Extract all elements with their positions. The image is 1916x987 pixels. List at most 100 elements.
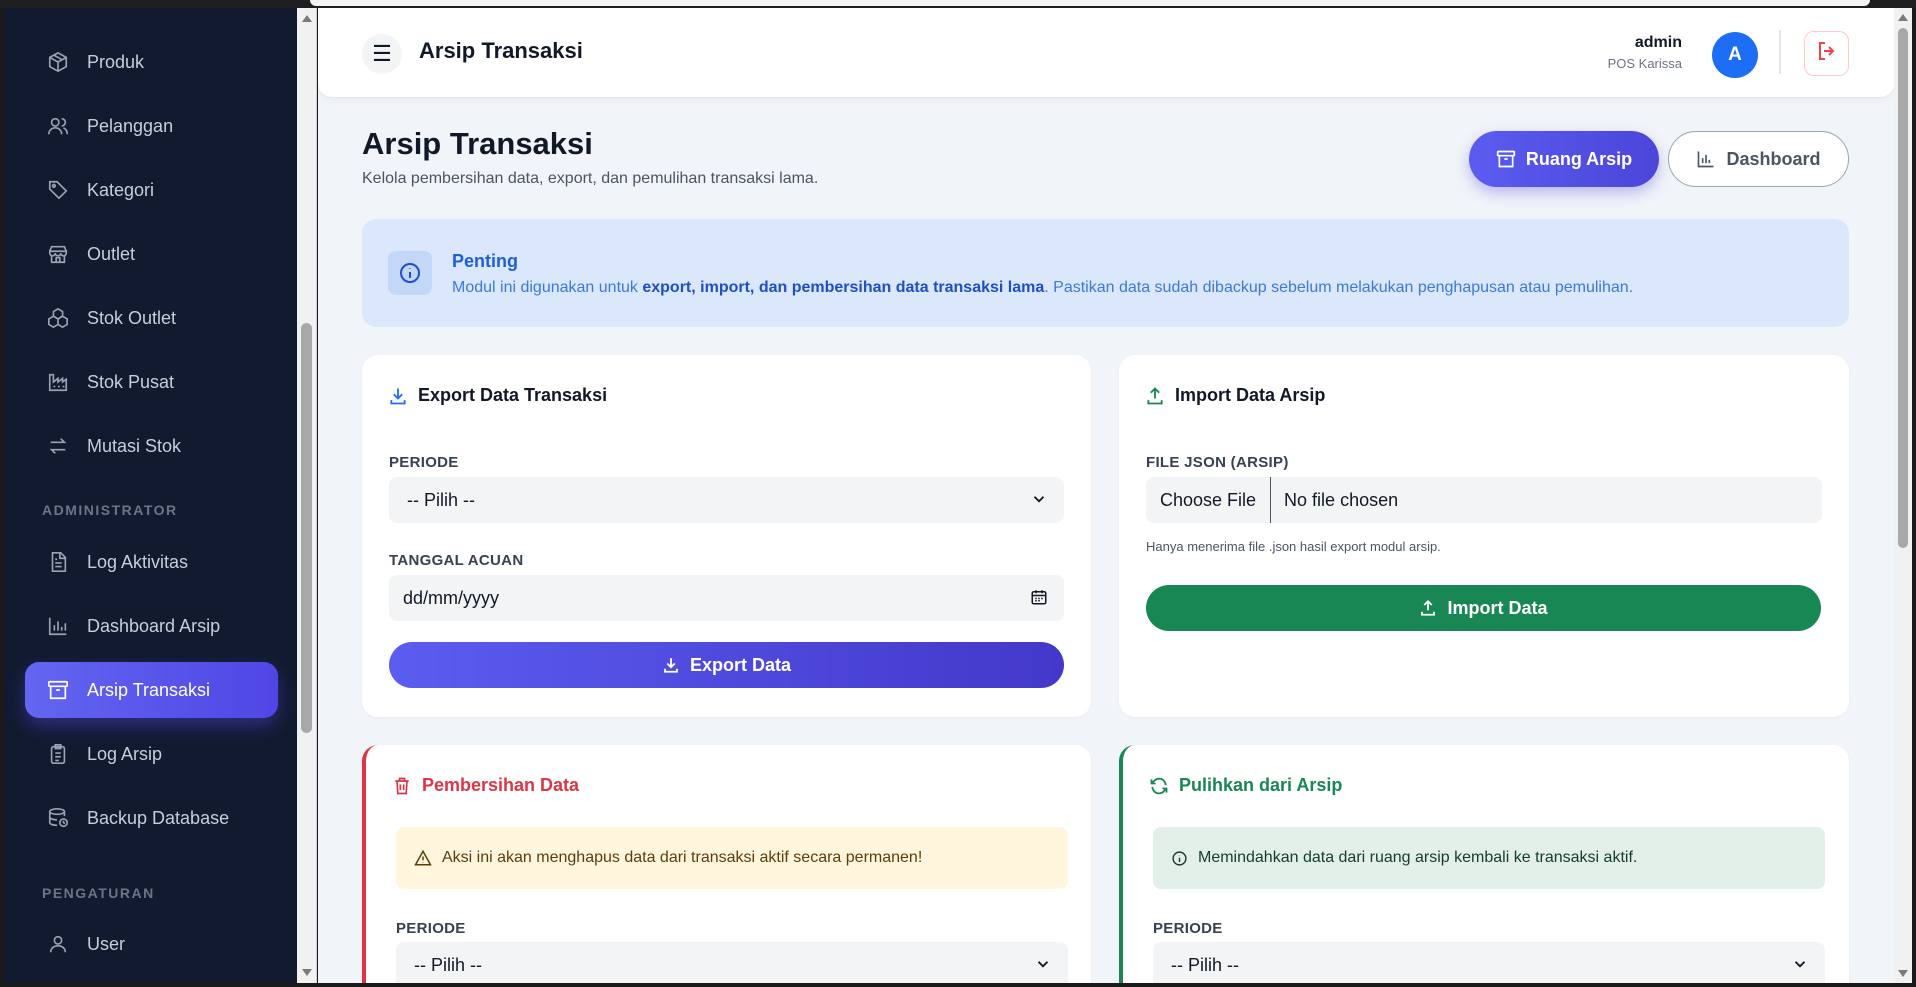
chevron-down-icon	[1030, 490, 1048, 513]
import-card-title: Import Data Arsip	[1145, 385, 1325, 406]
clipboard-icon	[46, 742, 70, 766]
page-scrollbar[interactable]	[1894, 8, 1912, 983]
tanggal-acuan-input[interactable]: dd/mm/yyyy	[389, 575, 1064, 621]
section-label-pengaturan: PENGATURAN	[42, 885, 155, 901]
export-card-title: Export Data Transaksi	[388, 385, 607, 406]
sidebar-item-pelanggan[interactable]: Pelanggan	[25, 98, 278, 154]
sidebar-item-label: User	[87, 933, 126, 954]
sidebar-item-dashboard-arsip[interactable]: Dashboard Arsip	[25, 598, 278, 654]
periode-label: PERIODE	[1153, 920, 1223, 937]
trash-icon	[392, 776, 412, 796]
divider	[1779, 30, 1781, 74]
sidebar: Produk Pelanggan Kategori Outlet Stok Ou…	[4, 8, 297, 983]
section-label-administrator: ADMINISTRATOR	[42, 502, 178, 518]
sidebar-item-outlet[interactable]: Outlet	[25, 226, 278, 282]
sidebar-item-produk[interactable]: Produk	[25, 34, 278, 90]
sidebar-item-kategori[interactable]: Kategori	[25, 162, 278, 218]
dashboard-button[interactable]: Dashboard	[1668, 131, 1849, 187]
info-alert: Penting Modul ini digunakan untuk export…	[362, 219, 1849, 327]
chevron-down-icon	[1791, 955, 1809, 978]
window-top-strip	[0, 0, 1916, 8]
info-icon	[388, 251, 432, 295]
logout-button[interactable]	[1804, 31, 1849, 76]
refresh-icon	[1149, 776, 1169, 796]
sidebar-item-label: Stok Pusat	[87, 371, 175, 392]
sidebar-item-arsip-transaksi[interactable]: Arsip Transaksi	[25, 662, 278, 718]
topbar-title: Arsip Transaksi	[419, 38, 583, 63]
file-json-input[interactable]: Choose File No file chosen	[1146, 477, 1822, 523]
factory-icon	[46, 370, 70, 394]
boxes-icon	[46, 306, 70, 330]
calendar-icon[interactable]	[1030, 588, 1048, 611]
file-json-label: FILE JSON (ARSIP)	[1146, 454, 1289, 471]
pembersihan-card-title: Pembersihan Data	[392, 775, 579, 796]
arrows-swap-icon	[46, 434, 70, 458]
chevron-down-icon	[1034, 955, 1052, 978]
sidebar-item-label: Stok Outlet	[87, 307, 177, 328]
sidebar-item-mutasi-stok[interactable]: Mutasi Stok	[25, 418, 278, 474]
import-card: Import Data Arsip FILE JSON (ARSIP) Choo…	[1119, 355, 1849, 717]
info-title: Penting	[452, 251, 518, 271]
sidebar-item-user[interactable]: User	[25, 916, 278, 972]
warning-triangle-icon	[414, 849, 432, 867]
sidebar-item-label: Pelanggan	[87, 115, 174, 136]
document-icon	[46, 550, 70, 574]
info-icon	[1171, 850, 1188, 867]
pembersihan-periode-select[interactable]: -- Pilih --	[396, 942, 1068, 983]
users-icon	[46, 114, 70, 138]
page-subtitle: Kelola pembersihan data, export, dan pem…	[362, 170, 819, 187]
scroll-down-arrow[interactable]	[302, 969, 312, 976]
store-icon	[46, 242, 70, 266]
ruang-arsip-button[interactable]: Ruang Arsip	[1469, 131, 1659, 187]
user-role: POS Karissa	[1607, 56, 1682, 71]
tanggal-acuan-label: TANGGAL ACUAN	[389, 552, 524, 569]
logout-icon	[1815, 39, 1839, 68]
sidebar-item-backup-database[interactable]: Backup Database	[25, 790, 278, 846]
scroll-up-arrow[interactable]	[302, 15, 312, 22]
upload-icon	[1145, 386, 1165, 406]
export-periode-select[interactable]: -- Pilih --	[389, 477, 1064, 523]
box-icon	[46, 50, 70, 74]
info-text: Modul ini digunakan untuk export, import…	[452, 279, 1634, 296]
pembersihan-card: Pembersihan Data Aksi ini akan menghapus…	[362, 745, 1091, 983]
pulihkan-card: Pulihkan dari Arsip Memindahkan data dar…	[1119, 745, 1849, 983]
periode-label: PERIODE	[389, 454, 459, 471]
download-icon	[662, 656, 680, 674]
import-data-button[interactable]: Import Data	[1146, 585, 1821, 631]
pulihkan-periode-select[interactable]: -- Pilih --	[1153, 942, 1825, 983]
archive-icon	[46, 678, 70, 702]
sidebar-item-label: Log Aktivitas	[87, 551, 189, 572]
file-hint: Hanya menerima file .json hasil export m…	[1146, 539, 1441, 554]
tag-icon	[46, 178, 70, 202]
archive-icon	[1496, 149, 1516, 169]
bar-chart-icon	[46, 614, 70, 638]
browser-window: Produk Pelanggan Kategori Outlet Stok Ou…	[0, 0, 1916, 987]
avatar[interactable]: A	[1712, 32, 1758, 78]
sidebar-item-label: Produk	[87, 51, 145, 72]
hamburger-icon: ☰	[372, 41, 392, 66]
sidebar-item-label: Backup Database	[87, 807, 230, 828]
user-name: admin	[1634, 34, 1682, 51]
user-icon	[46, 932, 70, 956]
scroll-up-arrow[interactable]	[1898, 14, 1908, 21]
sidebar-item-stok-outlet[interactable]: Stok Outlet	[25, 290, 278, 346]
sidebar-item-log-arsip[interactable]: Log Arsip	[25, 726, 278, 782]
upload-icon	[1419, 599, 1437, 617]
main-content: ☰ Arsip Transaksi admin POS Karissa A Ar…	[318, 8, 1894, 983]
sidebar-scrollbar[interactable]	[297, 8, 317, 983]
sidebar-item-stok-pusat[interactable]: Stok Pusat	[25, 354, 278, 410]
database-icon	[46, 806, 70, 830]
file-status: No file chosen	[1284, 489, 1399, 510]
scrollbar-thumb[interactable]	[301, 323, 312, 733]
export-data-button[interactable]: Export Data	[389, 642, 1064, 688]
menu-toggle-button[interactable]: ☰	[362, 34, 402, 74]
scroll-down-arrow[interactable]	[1898, 970, 1908, 977]
restore-info-alert: Memindahkan data dari ruang arsip kembal…	[1153, 827, 1825, 889]
export-card: Export Data Transaksi PERIODE -- Pilih -…	[362, 355, 1091, 717]
choose-file-button[interactable]: Choose File	[1146, 477, 1272, 523]
scrollbar-thumb[interactable]	[1898, 28, 1908, 548]
sidebar-item-label: Outlet	[87, 243, 136, 264]
sidebar-item-log-aktivitas[interactable]: Log Aktivitas	[25, 534, 278, 590]
download-icon	[388, 386, 408, 406]
sidebar-item-label: Log Arsip	[87, 743, 163, 764]
